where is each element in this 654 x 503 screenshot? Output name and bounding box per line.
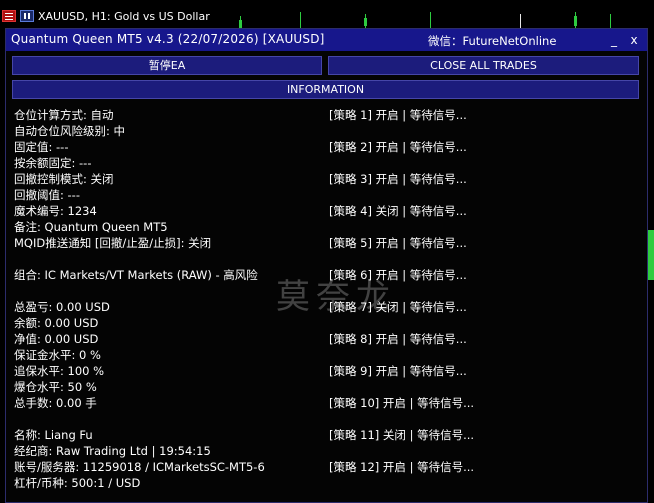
list-icon[interactable] (2, 10, 16, 22)
strategy-status: [策略 1] 开启 | 等待信号... (329, 108, 467, 122)
margin-level: 保证金水平: 0 % (14, 348, 101, 362)
total-pnl: 总盈亏: 0.00 USD (14, 300, 110, 314)
pause-ea-button[interactable]: 暂停EA (12, 56, 322, 75)
panel-title: Quantum Queen MT5 v4.3 (22/07/2026) [XAU… (11, 32, 325, 46)
comment: 备注: Quantum Queen MT5 (14, 220, 168, 234)
strategy-status: [策略 8] 开启 | 等待信号... (329, 332, 467, 346)
chart-candle (430, 12, 431, 28)
strategy-status: [策略 4] 关闭 | 等待信号... (329, 204, 467, 218)
chart-title-bar: XAUUSD, H1: Gold vs US Dollar (2, 8, 210, 24)
minimize-button[interactable]: _ (606, 31, 622, 49)
strategy-status: [策略 9] 开启 | 等待信号... (329, 364, 467, 378)
drawdown-control-mode: 回撤控制模式: 关闭 (14, 172, 114, 186)
close-button[interactable]: x (626, 31, 642, 49)
wechat-contact: 微信：FutureNetOnline (428, 34, 557, 48)
price-bar (648, 230, 654, 280)
fixed-by-balance: 按余额固定: --- (14, 156, 92, 170)
chart-candle (610, 14, 611, 28)
chart-title: XAUUSD, H1: Gold vs US Dollar (38, 9, 210, 23)
stop-out-level: 爆仓水平: 50 % (14, 380, 97, 394)
expert-icon[interactable] (20, 10, 34, 22)
fixed-value: 固定值: --- (14, 140, 69, 154)
margin-call-level: 追保水平: 100 % (14, 364, 105, 378)
balance: 余额: 0.00 USD (14, 316, 99, 330)
magic-number: 魔术编号: 1234 (14, 204, 97, 218)
broker: 经纪商: Raw Trading Ltd | 19:54:15 (14, 444, 211, 458)
close-all-trades-button[interactable]: CLOSE ALL TRADES (328, 56, 639, 75)
portfolio: 组合: IC Markets/VT Markets (RAW) - 高风险 (14, 268, 258, 282)
chart-candle (574, 16, 577, 26)
drawdown-threshold: 回撤阈值: --- (14, 188, 80, 202)
account-server: 账号/服务器: 11259018 / ICMarketsSC-MT5-6 (14, 460, 265, 474)
strategy-status: [策略 11] 关闭 | 等待信号... (329, 428, 475, 442)
strategy-status: [策略 6] 开启 | 等待信号... (329, 268, 467, 282)
chart-candle (364, 18, 367, 26)
mqid-notification: MQID推送通知 [回撤/止盈/止损]: 关闭 (14, 236, 212, 250)
chart-candle (300, 12, 301, 28)
panel-titlebar[interactable]: Quantum Queen MT5 v4.3 (22/07/2026) [XAU… (6, 29, 647, 51)
strategy-status: [策略 2] 开启 | 等待信号... (329, 140, 467, 154)
account-name: 名称: Liang Fu (14, 428, 93, 442)
leverage-currency: 杠杆/币种: 500:1 / USD (14, 476, 141, 490)
equity: 净值: 0.00 USD (14, 332, 99, 346)
information-button[interactable]: INFORMATION (12, 80, 639, 99)
chart-candle (520, 14, 521, 28)
strategy-status: [策略 10] 开启 | 等待信号... (329, 396, 475, 410)
chart-candle (239, 20, 242, 28)
strategy-status: [策略 5] 开启 | 等待信号... (329, 236, 467, 250)
position-sizing-method: 仓位计算方式: 自动 (14, 108, 114, 122)
auto-risk-level: 自动仓位风险级别: 中 (14, 124, 126, 138)
strategy-status: [策略 12] 开启 | 等待信号... (329, 460, 475, 474)
strategy-status: [策略 3] 开启 | 等待信号... (329, 172, 467, 186)
strategy-status: [策略 7] 关闭 | 等待信号... (329, 300, 467, 314)
ea-panel: Quantum Queen MT5 v4.3 (22/07/2026) [XAU… (5, 28, 648, 503)
total-lots: 总手数: 0.00 手 (14, 396, 97, 410)
